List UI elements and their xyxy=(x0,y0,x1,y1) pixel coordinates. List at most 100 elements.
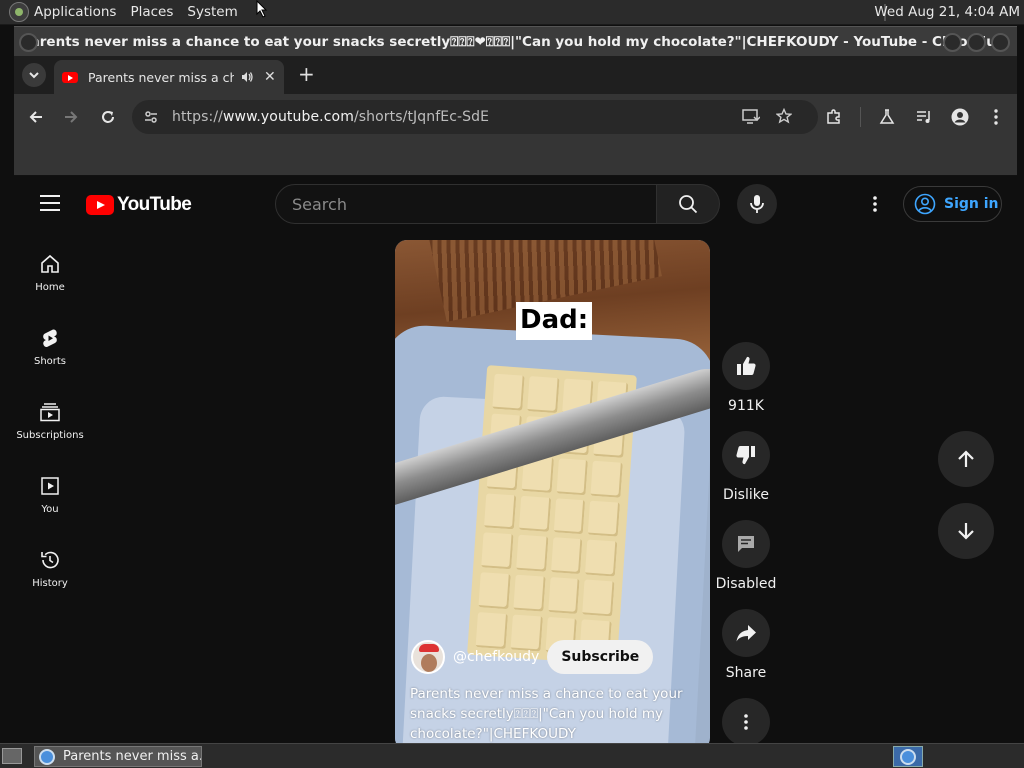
video-description[interactable]: Parents never miss a chance to eat your … xyxy=(410,684,685,743)
sign-in-button[interactable]: Sign in xyxy=(903,186,1002,222)
os-clock[interactable]: Wed Aug 21, 4:04 AM xyxy=(874,4,1020,20)
os-menu-system[interactable]: System xyxy=(187,4,237,20)
tab-close-button[interactable]: ✕ xyxy=(264,69,276,85)
labs-button[interactable] xyxy=(877,107,897,127)
chromium-icon xyxy=(900,748,916,765)
voice-search-button[interactable] xyxy=(737,184,777,224)
share-label: Share xyxy=(725,665,767,681)
tab-strip: Parents never miss a chance to eat your … xyxy=(14,56,1017,94)
tab-title: Parents never miss a chance to eat your … xyxy=(88,69,234,85)
address-bar[interactable]: https://www.youtube.com/shorts/tJqnfEc-S… xyxy=(132,100,818,134)
chrome-menu-button[interactable] xyxy=(986,107,1006,127)
you-icon xyxy=(41,477,59,495)
dislike-button[interactable] xyxy=(722,431,770,479)
hamburger-icon xyxy=(40,195,60,197)
channel-handle[interactable]: @chefkoudy xyxy=(453,649,539,665)
more-vertical-icon xyxy=(744,714,748,730)
site-info-icon[interactable] xyxy=(144,110,158,124)
dislike-label: Dislike xyxy=(723,487,769,503)
sidebar-item-home[interactable]: Home xyxy=(14,239,86,313)
window-title-bar[interactable]: Parents never miss a chance to eat your … xyxy=(14,26,1017,56)
bookmark-star-icon[interactable] xyxy=(776,108,792,124)
tab-active[interactable]: Parents never miss a chance to eat your … xyxy=(54,60,284,94)
maximize-icon[interactable] xyxy=(967,33,986,52)
share-button[interactable] xyxy=(722,609,770,657)
chromium-icon xyxy=(39,748,55,765)
shorts-video-player[interactable]: Dad: @chefkoudy Subscribe Parents never … xyxy=(395,240,710,743)
toolbar-spacer xyxy=(14,140,1017,176)
sidebar-item-subscriptions[interactable]: Subscriptions xyxy=(14,387,86,461)
media-controls-button[interactable] xyxy=(914,107,934,127)
channel-avatar[interactable] xyxy=(411,640,445,674)
os-taskbar: Parents never miss a... xyxy=(0,743,1024,768)
os-menu-places[interactable]: Places xyxy=(130,4,173,20)
comments-action: Disabled xyxy=(716,520,776,592)
search-button[interactable] xyxy=(657,184,720,224)
reload-icon xyxy=(102,111,114,123)
back-arrow-icon xyxy=(29,111,42,123)
install-app-icon[interactable] xyxy=(742,109,760,125)
subscriptions-icon xyxy=(40,403,60,422)
comments-button[interactable] xyxy=(722,520,770,568)
like-button[interactable] xyxy=(722,342,770,390)
tab-search-button[interactable] xyxy=(22,63,46,87)
taskbar-window-button[interactable]: Parents never miss a... xyxy=(34,746,202,767)
subscribe-button[interactable]: Subscribe xyxy=(547,640,654,674)
window-title: Parents never miss a chance to eat your … xyxy=(21,33,1010,50)
history-icon xyxy=(41,551,59,569)
shorts-icon xyxy=(43,329,57,348)
account-circle-icon xyxy=(914,193,936,215)
sidebar-item-you[interactable]: You xyxy=(14,461,86,535)
os-top-panel: Applications Places System Wed Aug 21, 4… xyxy=(0,0,1024,25)
more-vertical-icon xyxy=(994,109,998,125)
browser-toolbar: https://www.youtube.com/shorts/tJqnfEc-S… xyxy=(14,94,1017,140)
guide-menu-button[interactable] xyxy=(40,195,60,211)
more-actions-button[interactable] xyxy=(722,698,770,743)
new-tab-button[interactable]: + xyxy=(298,64,315,84)
youtube-favicon-icon xyxy=(62,71,78,83)
reload-button[interactable] xyxy=(98,107,118,127)
close-window-icon[interactable] xyxy=(991,33,1010,52)
arrow-up-icon xyxy=(958,450,974,467)
extensions-button[interactable] xyxy=(824,107,844,127)
toolbar-divider xyxy=(860,107,861,127)
search-box[interactable] xyxy=(275,184,657,224)
sidebar-item-label: Subscriptions xyxy=(16,430,84,441)
youtube-page: YouTube Sign in Home Shorts xyxy=(14,177,1017,743)
taskbar-window-label: Parents never miss a... xyxy=(63,749,202,764)
settings-menu-button[interactable] xyxy=(864,193,886,215)
window-menu-icon[interactable] xyxy=(19,33,38,52)
back-button[interactable] xyxy=(26,107,46,127)
audio-playing-icon[interactable] xyxy=(240,70,254,84)
share-action: Share xyxy=(716,609,776,681)
forward-button[interactable] xyxy=(61,107,81,127)
workspace-switcher[interactable] xyxy=(893,746,923,767)
youtube-logo[interactable]: YouTube xyxy=(86,194,192,216)
url-text[interactable]: https://www.youtube.com/shorts/tJqnfEc-S… xyxy=(172,109,489,125)
video-overlay-caption: Dad: xyxy=(516,302,593,340)
show-desktop-icon[interactable] xyxy=(2,748,22,764)
sidebar-item-label: Shorts xyxy=(33,356,67,367)
chevron-down-icon xyxy=(29,72,39,79)
share-icon xyxy=(736,625,756,642)
like-icon xyxy=(737,356,756,376)
like-count: 911K xyxy=(728,398,764,414)
previous-short-button[interactable] xyxy=(938,431,994,487)
sidebar-item-shorts[interactable]: Shorts xyxy=(14,313,86,387)
profile-button[interactable] xyxy=(950,107,970,127)
os-menu-applications[interactable]: Applications xyxy=(34,4,116,20)
minimize-icon[interactable] xyxy=(943,33,962,52)
microphone-icon xyxy=(750,195,764,213)
dislike-action: Dislike xyxy=(716,431,776,503)
youtube-logo-text: YouTube xyxy=(117,194,192,215)
search-input[interactable] xyxy=(292,194,632,214)
screen: Applications Places System Wed Aug 21, 4… xyxy=(0,0,1024,768)
next-short-button[interactable] xyxy=(938,503,994,559)
arrow-down-icon xyxy=(958,523,974,540)
more-vertical-icon xyxy=(873,196,877,212)
mouse-cursor-icon xyxy=(256,0,268,18)
sign-in-label: Sign in xyxy=(944,196,999,212)
sidebar-item-history[interactable]: History xyxy=(14,535,86,609)
os-logo-icon[interactable] xyxy=(9,2,29,22)
sidebar-item-label: Home xyxy=(35,282,65,293)
